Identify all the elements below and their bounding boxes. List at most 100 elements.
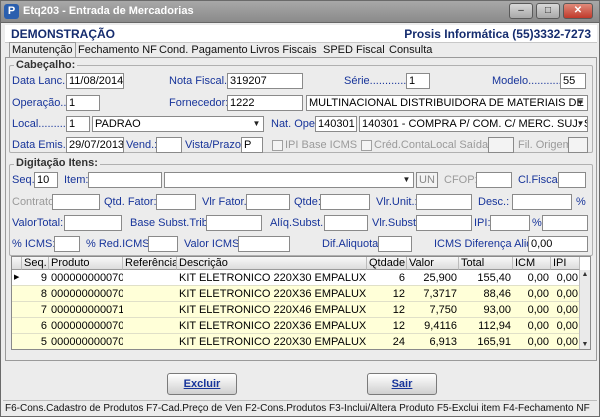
- col-header-referencia[interactable]: Referência: [123, 257, 177, 270]
- nota-fiscal-field[interactable]: 319207: [227, 73, 303, 89]
- vista-prazo-field[interactable]: P: [241, 137, 263, 153]
- table-row[interactable]: 8 0000000000709 KIT ELETRONICO 220X36 EMPA…: [12, 286, 580, 302]
- modelo-field[interactable]: 55: [560, 73, 586, 89]
- icms-dif-aliq-field[interactable]: 0,00: [528, 236, 588, 252]
- cell-ipi[interactable]: 0,00: [551, 334, 580, 349]
- cell-icm[interactable]: 0,00: [513, 270, 551, 286]
- col-header-total[interactable]: Total: [459, 257, 513, 270]
- tab-consulta[interactable]: Consulta: [387, 43, 434, 58]
- cell-icm[interactable]: 0,00: [513, 334, 551, 349]
- icms-pct-field[interactable]: [54, 236, 80, 252]
- valor-icms-field[interactable]: [238, 236, 290, 252]
- table-row[interactable]: 5 0000000000705 KIT ELETRONICO 220X30 EMPA…: [12, 334, 580, 349]
- tab-sped-fiscal[interactable]: SPED Fiscal: [321, 43, 387, 58]
- item-select[interactable]: ▼: [164, 172, 414, 188]
- vlr-unit-field[interactable]: [416, 194, 472, 210]
- cell-descricao[interactable]: KIT ELETRONICO 220X46 EMPALUX: [177, 302, 367, 318]
- cell-icm[interactable]: 0,00: [513, 286, 551, 302]
- cell-qtdade[interactable]: 12: [367, 302, 407, 318]
- cell-descricao[interactable]: KIT ELETRONICO 220X30 EMPALUX: [177, 270, 367, 286]
- cell-produto[interactable]: 0000000000705: [49, 334, 123, 349]
- cell-total[interactable]: 155,40: [459, 270, 513, 286]
- table-row[interactable]: ▶ 9 0000000000705 KIT ELETRONICO 220X30 EMP…: [12, 270, 580, 286]
- cell-ipi[interactable]: 0,00: [551, 302, 580, 318]
- cred-conta-checkbox[interactable]: [361, 140, 372, 151]
- qtd-fator-field[interactable]: [156, 194, 196, 210]
- aliq-subst-field[interactable]: [324, 215, 368, 231]
- col-header-ipi[interactable]: IPI: [551, 257, 580, 270]
- cell-qtdade[interactable]: 6: [367, 270, 407, 286]
- cell-qtdade[interactable]: 12: [367, 286, 407, 302]
- cell-referencia[interactable]: [123, 318, 177, 334]
- seq-field[interactable]: 10: [34, 172, 58, 188]
- col-header-icm[interactable]: ICM: [513, 257, 551, 270]
- cell-descricao[interactable]: KIT ELETRONICO 220X36 EMPALUX: [177, 286, 367, 302]
- ipi-base-icms-checkbox[interactable]: [272, 140, 283, 151]
- cell-icm[interactable]: 0,00: [513, 302, 551, 318]
- fornecedor-select[interactable]: MULTINACIONAL DISTRIBUIDORA DE MATERIAIS…: [306, 95, 588, 111]
- col-header-qtdade[interactable]: Qtdade: [367, 257, 407, 270]
- cell-referencia[interactable]: [123, 334, 177, 349]
- cell-produto[interactable]: 0000000000709: [49, 318, 123, 334]
- cell-icm[interactable]: 0,00: [513, 318, 551, 334]
- tab-livros-fiscais[interactable]: Livros Fiscais: [248, 43, 319, 58]
- cell-ipi[interactable]: 0,00: [551, 318, 580, 334]
- excluir-button[interactable]: Excluir: [167, 373, 237, 395]
- operacao-field[interactable]: 1: [66, 95, 100, 111]
- base-subst-field[interactable]: [206, 215, 262, 231]
- items-grid[interactable]: Seq. Produto Referência Descrição Qtdade…: [11, 256, 591, 350]
- chevron-down-icon[interactable]: ▼: [575, 118, 586, 130]
- dif-aliquota-field[interactable]: [378, 236, 412, 252]
- grid-scrollbar[interactable]: ▲ ▼: [579, 270, 590, 349]
- cell-descricao[interactable]: KIT ELETRONICO 220X30 EMPALUX: [177, 334, 367, 349]
- item-code-field[interactable]: [88, 172, 162, 188]
- desc-field[interactable]: [512, 194, 572, 210]
- cell-qtdade[interactable]: 12: [367, 318, 407, 334]
- cell-ipi[interactable]: 0,00: [551, 270, 580, 286]
- vlr-fator-field[interactable]: [246, 194, 290, 210]
- fil-origem-field[interactable]: [568, 137, 588, 153]
- cell-seq[interactable]: 5: [22, 334, 49, 349]
- minimize-button[interactable]: –: [509, 3, 533, 19]
- ipi-pct-field[interactable]: [542, 215, 588, 231]
- cell-referencia[interactable]: [123, 270, 177, 286]
- local-select[interactable]: PADRAO ▼: [92, 116, 264, 132]
- nat-ope-code-field[interactable]: 140301: [315, 116, 357, 132]
- cell-produto[interactable]: 0000000000710: [49, 302, 123, 318]
- cell-seq[interactable]: 9: [22, 270, 49, 286]
- valor-total-field[interactable]: [64, 215, 122, 231]
- table-row[interactable]: 7 0000000000710 KIT ELETRONICO 220X46 EMPA…: [12, 302, 580, 318]
- chevron-down-icon[interactable]: ▼: [401, 174, 412, 186]
- qtde-field[interactable]: [320, 194, 370, 210]
- cell-produto[interactable]: 0000000000709: [49, 286, 123, 302]
- data-lanc-field[interactable]: 11/08/2014: [66, 73, 124, 89]
- ipi-field[interactable]: [490, 215, 530, 231]
- cell-valor[interactable]: 25,900: [407, 270, 459, 286]
- tab-cond-pagamento[interactable]: Cond. Pagamento: [157, 43, 250, 58]
- fornecedor-code-field[interactable]: 1222: [227, 95, 303, 111]
- vend-field[interactable]: [156, 137, 182, 153]
- cell-seq[interactable]: 7: [22, 302, 49, 318]
- cell-descricao[interactable]: KIT ELETRONICO 220X36 EMPALUX: [177, 318, 367, 334]
- scroll-up-icon[interactable]: ▲: [580, 270, 590, 280]
- local-code-field[interactable]: 1: [66, 116, 90, 132]
- col-header-valor[interactable]: Valor: [407, 257, 459, 270]
- data-emis-field[interactable]: 29/07/2013: [66, 137, 124, 153]
- table-row[interactable]: 6 0000000000709 KIT ELETRONICO 220X36 EMPA…: [12, 318, 580, 334]
- sair-button[interactable]: Sair: [367, 373, 437, 395]
- col-header-produto[interactable]: Produto: [49, 257, 123, 270]
- cell-valor[interactable]: 7,3717: [407, 286, 459, 302]
- cell-qtdade[interactable]: 24: [367, 334, 407, 349]
- serie-field[interactable]: 1: [406, 73, 430, 89]
- local-saida-field[interactable]: [488, 137, 514, 153]
- red-icms-field[interactable]: [148, 236, 178, 252]
- cfop-field[interactable]: [476, 172, 512, 188]
- scroll-down-icon[interactable]: ▼: [580, 340, 590, 349]
- tab-fechamento-nf[interactable]: Fechamento NF: [76, 43, 159, 58]
- cell-produto[interactable]: 0000000000705: [49, 270, 123, 286]
- col-header-seq[interactable]: Seq.: [22, 257, 49, 270]
- maximize-button[interactable]: □: [536, 3, 560, 19]
- cell-total[interactable]: 112,94: [459, 318, 513, 334]
- chevron-down-icon[interactable]: ▼: [251, 118, 262, 130]
- nat-ope-select[interactable]: 140301 - COMPRA P/ COM. C/ MERC. SUJ. SU…: [359, 116, 588, 132]
